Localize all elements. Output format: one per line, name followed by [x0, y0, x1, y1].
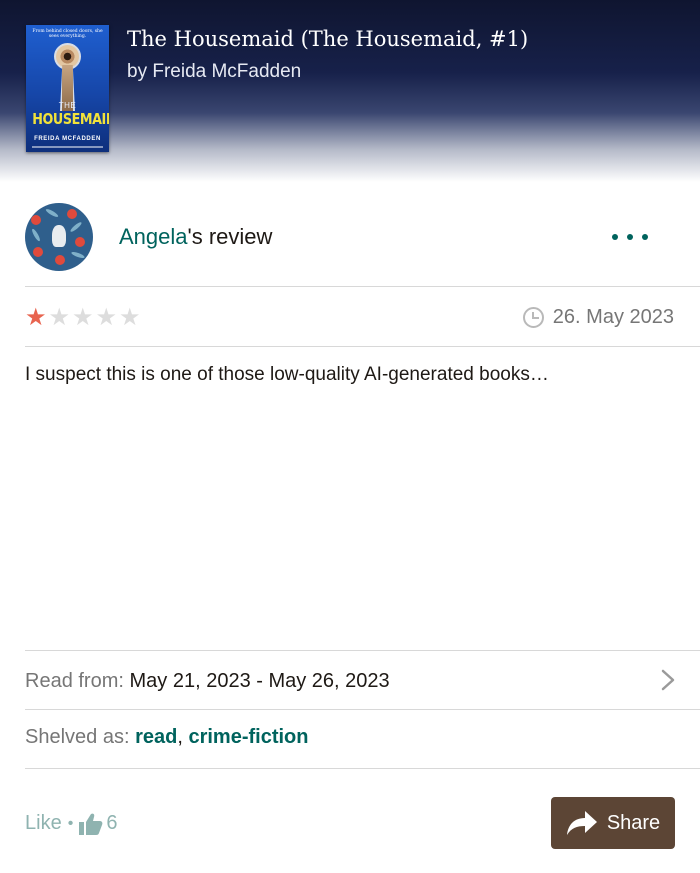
star-empty-icon: ★ [95, 304, 118, 331]
shelved-row: Shelved as: read, crime-fiction [25, 726, 308, 749]
like-label[interactable]: Like [25, 812, 62, 835]
star-empty-icon: ★ [48, 304, 71, 331]
review-date: 26. May 2023 [522, 306, 674, 329]
read-from-label: Read from: [25, 670, 124, 692]
review-date-text: 26. May 2023 [552, 306, 674, 328]
chevron-right-icon[interactable] [657, 669, 679, 691]
more-options-button[interactable] [612, 227, 648, 247]
book-title[interactable]: The Housemaid (The Housemaid, #1) [127, 27, 528, 51]
star-empty-icon: ★ [119, 304, 141, 331]
clock-icon [522, 307, 544, 328]
shelf-separator: , [177, 726, 189, 748]
star-rating: ★ ★ ★ ★ ★ [25, 306, 143, 330]
book-cover[interactable]: From behind closed doors, she sees every… [26, 25, 109, 152]
reviewer-heading: Angela's review [119, 224, 272, 250]
shelved-label: Shelved as: [25, 726, 130, 748]
thumbs-up-icon [79, 813, 103, 835]
avatar[interactable] [25, 203, 93, 271]
shelf-link-read[interactable]: read [135, 726, 177, 748]
cover-the: THE [58, 101, 77, 110]
book-header: From behind closed doors, she sees every… [0, 0, 700, 182]
divider [25, 286, 700, 287]
like-control[interactable]: Like • 6 [25, 812, 117, 835]
share-label: Share [606, 811, 661, 834]
share-arrow-icon [566, 811, 597, 835]
reviewer-name-link[interactable]: Angela [119, 224, 188, 249]
star-empty-icon: ★ [72, 304, 94, 331]
book-author[interactable]: by Freida McFadden [127, 61, 301, 83]
read-from-value: May 21, 2023 - May 26, 2023 [129, 670, 390, 692]
star-filled-icon: ★ [25, 304, 47, 331]
more-horizontal-icon [612, 234, 618, 240]
cover-tagline: From behind closed doors, she sees every… [32, 29, 103, 39]
read-dates-row[interactable]: Read from: May 21, 2023 - May 26, 2023 [25, 670, 390, 693]
divider [25, 709, 700, 710]
shelf-link-crime-fiction[interactable]: crime-fiction [188, 726, 308, 748]
like-separator: • [67, 814, 74, 832]
review-body: I suspect this is one of those low-quali… [25, 364, 549, 385]
cover-fine-print [32, 146, 103, 148]
divider [25, 768, 700, 769]
divider [25, 650, 700, 651]
divider [25, 346, 700, 347]
like-count: 6 [106, 812, 118, 834]
reviewer-suffix: 's review [187, 224, 273, 249]
cover-author: FREIDA MCFADDEN [34, 136, 101, 142]
cover-title: HOUSEMAID [32, 110, 109, 128]
share-button[interactable]: Share [551, 797, 675, 849]
